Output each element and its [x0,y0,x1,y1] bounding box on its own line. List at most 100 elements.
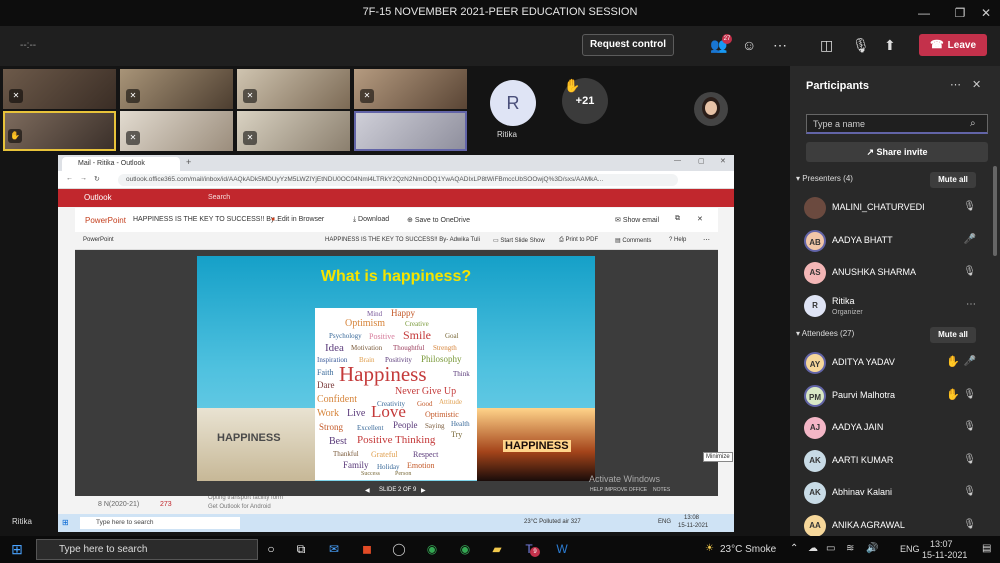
clock-date[interactable]: 15-11-2021 [922,550,967,560]
taskbar-search-box[interactable]: Type here to search [36,539,258,560]
mic-off-icon[interactable]: 🎙 [852,35,870,55]
share-screen-icon[interactable]: ⬆ [884,35,896,55]
url-field[interactable]: outlook.office365.com/mail/inbox/id/AAQk… [118,174,678,186]
more-options-icon[interactable]: ⋯ [773,35,787,55]
close-icon[interactable]: ✕ [972,78,981,91]
chrome-profile-icon[interactable]: ◉ [456,542,474,556]
outlook-header: Outlook Search [58,189,734,207]
print-pdf-button[interactable]: ⎙ Print to PDF [559,237,598,244]
dell-app-icon[interactable]: ◯ [390,542,408,556]
clock-time[interactable]: 13:07 [930,539,953,549]
minimize-icon[interactable]: — [674,157,681,164]
video-tile[interactable]: ✕ [120,111,233,151]
participant-row[interactable]: PM Paurvi Malhotra ✋ 🎙 [804,383,990,409]
avatar: AY [804,352,826,374]
download-button[interactable]: ⤓ Download [353,216,389,224]
windows-start-icon[interactable]: ⊞ [8,541,26,558]
popout-icon[interactable]: ⧉ [675,215,680,223]
maximize-icon[interactable]: ❐ [951,4,969,22]
cloud-word: Saying [425,422,445,430]
avatar[interactable]: R [490,80,536,126]
close-icon[interactable]: ✕ [977,4,995,22]
participant-search-input[interactable]: Type a name [806,114,988,134]
back-icon[interactable]: ← [66,175,73,182]
minimize-icon[interactable]: — [915,4,933,22]
request-control-button[interactable]: Request control [582,34,674,56]
file-explorer-icon[interactable]: ▰ [488,542,506,556]
video-tile-raised-hand[interactable]: ✋ [3,111,116,151]
leave-button[interactable]: ☎ Leave [919,34,987,56]
participant-row[interactable]: AY ADITYA YADAV ✋ 🎤 [804,350,990,376]
inner-search-box[interactable]: Type here to search [80,517,240,529]
participant-row[interactable]: AK AARTI KUMAR 🎙 [804,448,990,474]
participant-name: AADYA JAIN [832,422,884,432]
language-indicator[interactable]: ENG [900,544,920,554]
weather-text[interactable]: 23°C Smoke [720,544,776,555]
mute-all-presenters-button[interactable]: Mute all [930,172,976,188]
camera-off-icon[interactable]: ◫ [820,35,833,55]
notes-button[interactable]: NOTES [653,487,670,493]
help-button[interactable]: ? Help [669,237,686,243]
inner-taskbar: ⊞ Type here to search 23°C Polluted air … [58,514,734,532]
browser-tab[interactable]: Mail - Ritika - Outlook [62,157,180,171]
participant-row[interactable]: MALINI_CHATURVEDI 🎙 [804,195,990,221]
reload-icon[interactable]: ↻ [94,175,100,183]
video-tile[interactable]: ✕ [237,111,350,151]
participant-row[interactable]: AB AADYA BHATT 🎤 [804,228,990,254]
mail-item[interactable]: 8 N(2020-21) [98,501,139,508]
participant-row[interactable]: R Ritika Organizer ⋯ [804,293,990,319]
windows-icon[interactable]: ⊞ [62,518,69,527]
slide-navigation: ◀ SLIDE 2 OF 9 ▶ HELP IMPROVE OFFICE NOT… [75,486,718,496]
word-icon[interactable]: W [553,542,571,556]
cloud-word: Good [417,400,433,408]
close-icon[interactable]: ✕ [697,215,703,223]
new-tab-icon[interactable]: + [186,157,191,167]
chrome-icon[interactable]: ◉ [423,542,441,556]
attendees-section[interactable]: ▾ Attendees (27) [796,329,854,338]
more-icon[interactable]: ⋯ [703,236,710,244]
mute-all-attendees-button[interactable]: Mute all [930,327,976,343]
participant-row[interactable]: AK Abhinav Kalani 🎙 [804,480,990,506]
participant-row[interactable]: AS ANUSHKA SHARMA 🎙 [804,260,990,286]
mic-off-icon: 🎙 [963,519,976,530]
video-tile[interactable]: ✕ [3,69,116,109]
comments-button[interactable]: ▤ Comments [615,237,651,244]
chevron-up-icon[interactable]: ⌃ [790,543,798,554]
maximize-icon[interactable]: ▢ [698,157,705,165]
cloud-word: Think [453,370,470,378]
cloud-icon[interactable]: ☁ [808,543,818,554]
more-options-icon[interactable]: ⋯ [966,299,976,310]
participant-row[interactable]: AJ AADYA JAIN 🎙 [804,415,990,441]
video-tile[interactable]: ✕ [120,69,233,109]
prev-slide-icon[interactable]: ◀ [365,487,370,494]
video-tile-active[interactable] [354,111,467,151]
reactions-icon[interactable]: ☺ [742,35,756,55]
wifi-icon[interactable]: ≋ [846,543,854,554]
save-onedrive-button[interactable]: ⊕ Save to OneDrive [407,216,470,224]
more-options-icon[interactable]: ⋯ [950,78,961,91]
widgets-icon[interactable]: ⧉ [292,542,310,557]
close-icon[interactable]: ✕ [720,157,726,165]
show-email-label: Show email [622,217,659,224]
share-invite-button[interactable]: ↗ Share invite [806,142,988,162]
start-slideshow-button[interactable]: ▭ Start Slide Show [493,237,545,244]
save-label: Save to OneDrive [414,217,471,224]
office-app-icon[interactable]: ◼ [358,542,376,556]
next-slide-icon[interactable]: ▶ [421,487,426,494]
help-improve-link[interactable]: HELP IMPROVE OFFICE [590,487,647,493]
outlook-search[interactable]: Search [208,194,230,201]
battery-icon[interactable]: ▭ [826,543,835,554]
video-tile[interactable]: ✕ [354,69,467,109]
forward-icon[interactable]: → [80,175,87,182]
task-view-icon[interactable]: ○ [262,542,280,556]
share-icon: ↗ [866,147,877,157]
show-email-button[interactable]: ✉ Show email [615,216,659,224]
notification-icon[interactable]: ▤ [982,543,991,554]
weather-icon: ☀ [705,543,714,554]
volume-icon[interactable]: 🔊 [866,543,878,554]
scrollbar[interactable] [993,166,997,256]
mail-app-icon[interactable]: ✉ [325,542,343,556]
video-tile[interactable]: ✕ [237,69,350,109]
edit-in-browser-button[interactable]: ● Edit in Browser [271,216,324,223]
presenters-section[interactable]: ▾ Presenters (4) [796,174,853,183]
